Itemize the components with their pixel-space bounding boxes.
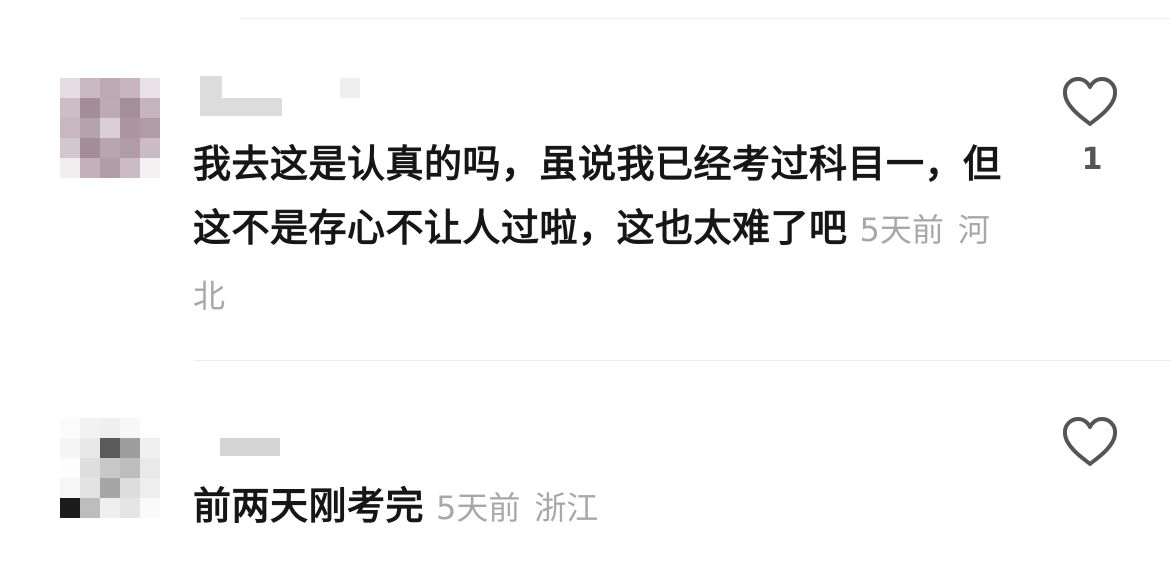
username-blur: [200, 98, 282, 116]
comment-divider: [193, 360, 1170, 361]
heart-outline-icon[interactable]: [1060, 412, 1120, 472]
comment-text: 前两天刚考完 5天前 浙江: [193, 474, 1013, 540]
like-count: 1: [1081, 142, 1103, 177]
comment-meta: 5天前 浙江: [436, 489, 598, 527]
comment-body: 前两天刚考完: [193, 484, 425, 528]
username-blur: [220, 438, 280, 456]
avatar[interactable]: [60, 78, 160, 178]
avatar[interactable]: [60, 418, 160, 518]
comment-time: 5天前: [859, 211, 944, 249]
comment-location: 浙江: [534, 489, 599, 527]
heart-outline-icon[interactable]: [1060, 72, 1120, 132]
username-blur: [340, 78, 360, 98]
comment-time: 5天前: [436, 489, 521, 527]
top-divider: [240, 18, 1170, 19]
comment-text: 我去这是认真的吗，虽说我已经考过科目一，但这不是存心不让人过啦，这也太难了吧 5天…: [193, 132, 1013, 328]
